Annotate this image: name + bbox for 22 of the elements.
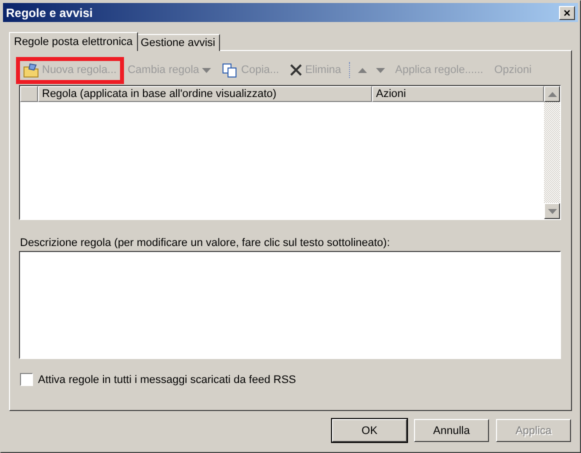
up-triangle-icon — [548, 92, 556, 96]
window-title: Regole e avvisi — [6, 6, 93, 20]
down-triangle-icon — [376, 68, 386, 72]
column-header[interactable] — [20, 86, 38, 102]
close-button[interactable]: × — [559, 6, 575, 20]
down-triangle-icon — [548, 208, 556, 214]
column-header[interactable]: Azioni — [372, 86, 544, 102]
tab[interactable]: Gestione avvisi — [136, 34, 220, 51]
up-triangle-icon — [358, 68, 368, 72]
copy-icon — [222, 62, 238, 78]
scrollbar[interactable] — [544, 86, 560, 219]
description-label: Descrizione regola (per modificare un valore, fare clic sul testo sottolineato): — [20, 237, 391, 249]
delete-icon — [290, 64, 302, 76]
column-header[interactable]: Regola (applicata in base all'ordine visualizzato) — [38, 86, 372, 102]
folder-icon — [23, 62, 39, 78]
caret-icon — [202, 68, 212, 72]
tab[interactable]: Regole posta elettronica — [9, 32, 138, 51]
checkbox-label: Attiva regole in tutti i messaggi scaricati da feed RSS — [38, 374, 296, 386]
rules-list[interactable]: Regola (applicata in base all'ordine visualizzato) Azioni — [19, 85, 561, 220]
dialog-button[interactable]: Annulla — [414, 419, 489, 442]
dialog-button[interactable]: OK — [332, 419, 407, 442]
checkbox[interactable] — [20, 373, 33, 386]
